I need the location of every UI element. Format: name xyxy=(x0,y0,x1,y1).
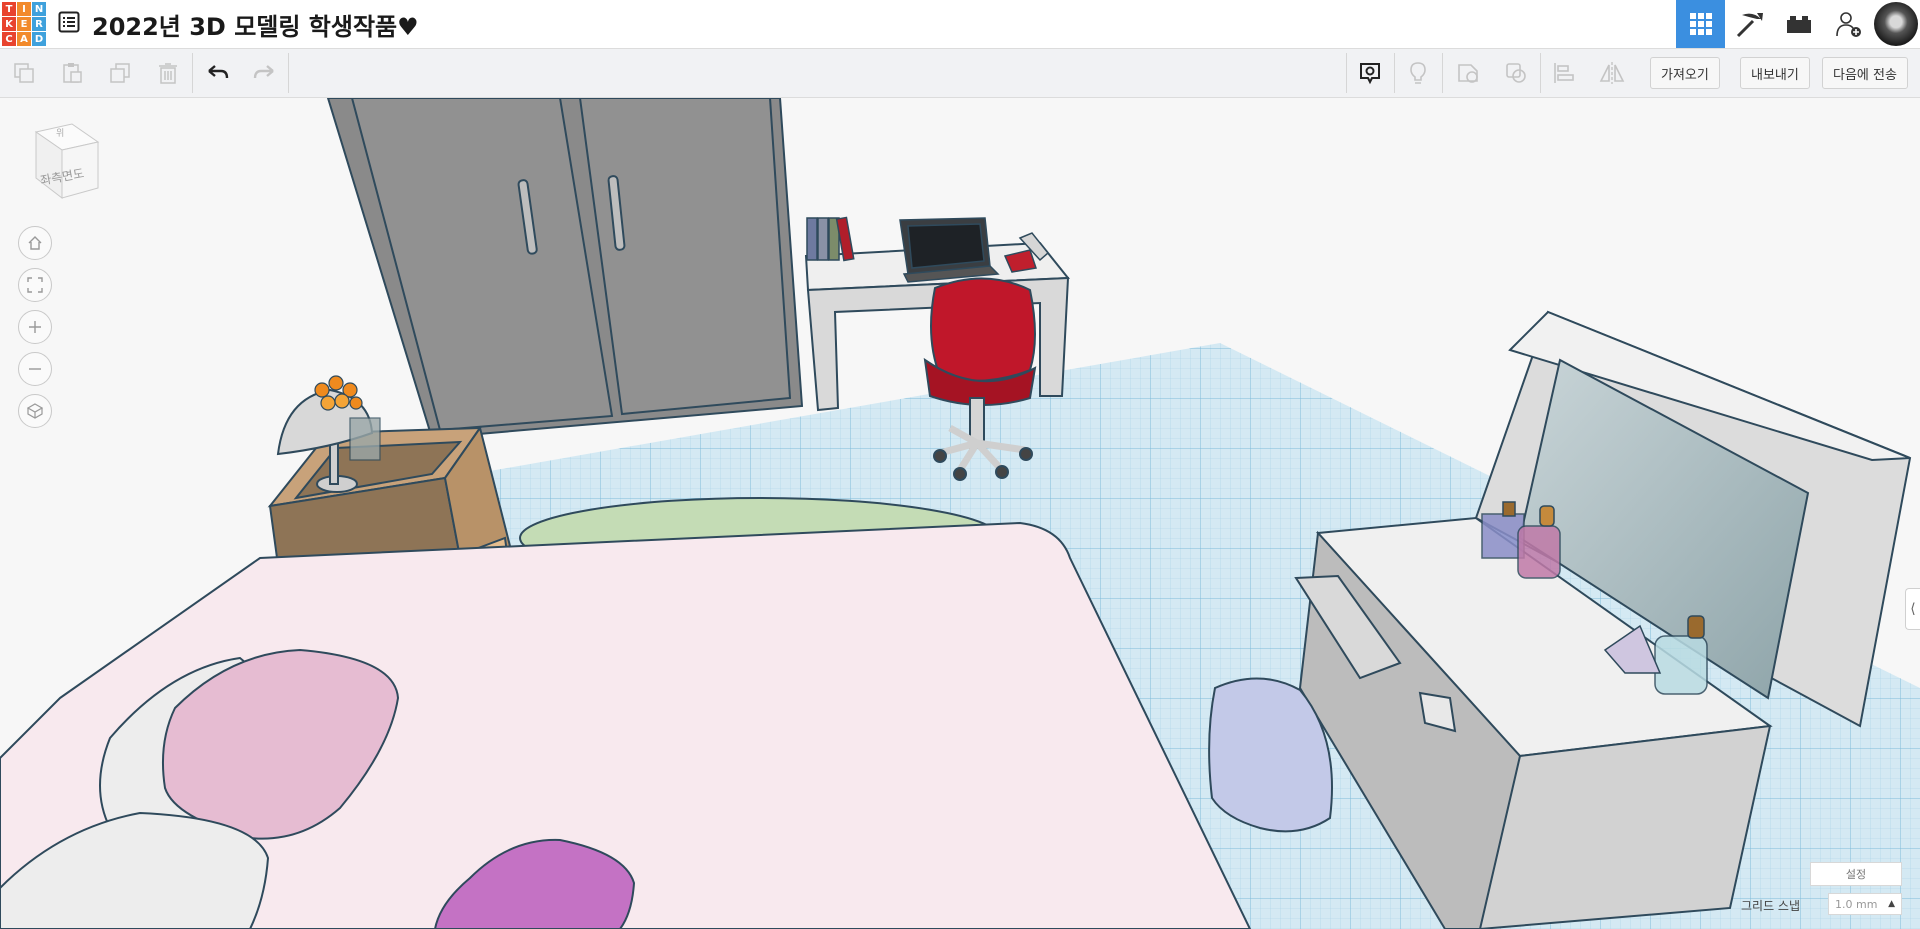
zoom-out-button[interactable] xyxy=(18,352,52,386)
add-user-icon xyxy=(1835,12,1861,37)
grid-snap-value: 1.0 mm xyxy=(1835,897,1878,911)
shape-outline-icon xyxy=(1458,64,1478,83)
add-user-button[interactable] xyxy=(1823,0,1872,48)
redo-button[interactable] xyxy=(248,57,280,89)
send-to-button[interactable]: 다음에 전송 xyxy=(1822,57,1908,89)
zoom-out-icon xyxy=(29,368,41,370)
codeblocks-button[interactable] xyxy=(1725,0,1774,48)
panel-collapse-handle[interactable]: ⟨ xyxy=(1905,588,1920,630)
undo-button[interactable] xyxy=(202,57,234,89)
import-button[interactable]: 가져오기 xyxy=(1650,57,1720,89)
copy-icon xyxy=(14,63,34,83)
logo-letter: E xyxy=(17,17,31,31)
project-title[interactable]: 2022년 3D 모델링 학생작품♥ xyxy=(92,7,419,42)
group-icon xyxy=(1506,63,1526,83)
design-view-button[interactable] xyxy=(1676,0,1725,48)
mirror-icon xyxy=(1599,62,1625,84)
perspective-button[interactable] xyxy=(18,394,52,428)
light-bulb-icon xyxy=(1410,62,1426,84)
grid-snap-select[interactable]: 1.0 mm ▲ xyxy=(1828,893,1902,915)
tinkercad-logo[interactable]: TIN KER CAD xyxy=(2,2,46,46)
grid-icon xyxy=(1689,13,1712,35)
notes-button[interactable] xyxy=(1354,57,1386,89)
group-button[interactable] xyxy=(1500,57,1532,89)
scene-canvas[interactable] xyxy=(0,98,1920,929)
bricks-button[interactable] xyxy=(1774,0,1823,48)
redo-icon xyxy=(253,65,274,79)
duplicate-button[interactable] xyxy=(104,57,136,89)
brick-icon xyxy=(1786,16,1811,33)
view-cube[interactable]: 위 좌측면도 xyxy=(32,122,102,202)
logo-letter: C xyxy=(2,32,16,46)
notes-icon xyxy=(1360,63,1380,85)
books[interactable] xyxy=(806,216,855,262)
delete-button[interactable] xyxy=(152,57,184,89)
copy-button[interactable] xyxy=(8,57,40,89)
duplicate-icon xyxy=(110,63,130,83)
user-avatar[interactable] xyxy=(1874,2,1918,46)
logo-letter: I xyxy=(17,2,31,16)
logo-letter: R xyxy=(32,17,46,31)
trash-icon xyxy=(159,63,177,84)
grid-snap-label: 그리드 스냅 xyxy=(1740,899,1800,913)
caret-up-icon: ▲ xyxy=(1888,899,1895,909)
3d-workspace[interactable]: 위 좌측면도 ⟨ 설정 그리드 스냅 1.0 mm ▲ xyxy=(0,98,1920,929)
view-cube-top-label: 위 xyxy=(56,129,65,139)
wardrobe[interactable] xyxy=(326,98,804,440)
edit-toolbar: 가져오기 내보내기 다음에 전송 xyxy=(0,49,1920,98)
zoom-in-button[interactable] xyxy=(18,310,52,344)
office-chair[interactable] xyxy=(923,277,1037,481)
perspective-icon xyxy=(27,403,43,419)
align-icon xyxy=(1554,63,1574,83)
document-list-icon[interactable] xyxy=(58,11,80,33)
pickaxe-icon xyxy=(1736,13,1763,38)
light-bulb-button[interactable] xyxy=(1402,57,1434,89)
home-view-button[interactable] xyxy=(18,226,52,260)
paste-button[interactable] xyxy=(56,57,88,89)
logo-letter: N xyxy=(32,2,46,16)
shape-outline-button[interactable] xyxy=(1452,57,1484,89)
export-button[interactable]: 내보내기 xyxy=(1740,57,1810,89)
laptop[interactable] xyxy=(899,217,1000,283)
fit-view-icon xyxy=(27,277,43,293)
logo-letter: T xyxy=(2,2,16,16)
home-icon xyxy=(28,236,42,250)
logo-letter: D xyxy=(32,32,46,46)
fit-view-button[interactable] xyxy=(18,268,52,302)
align-button[interactable] xyxy=(1548,57,1580,89)
paste-icon xyxy=(63,63,82,83)
zoom-in-icon xyxy=(29,321,41,333)
undo-icon xyxy=(208,65,229,79)
mirror-button[interactable] xyxy=(1596,57,1628,89)
logo-letter: K xyxy=(2,17,16,31)
top-header: TIN KER CAD 2022년 3D 모델링 학생작품♥ xyxy=(0,0,1920,49)
settings-button[interactable]: 설정 xyxy=(1810,862,1902,886)
logo-letter: A xyxy=(17,32,31,46)
